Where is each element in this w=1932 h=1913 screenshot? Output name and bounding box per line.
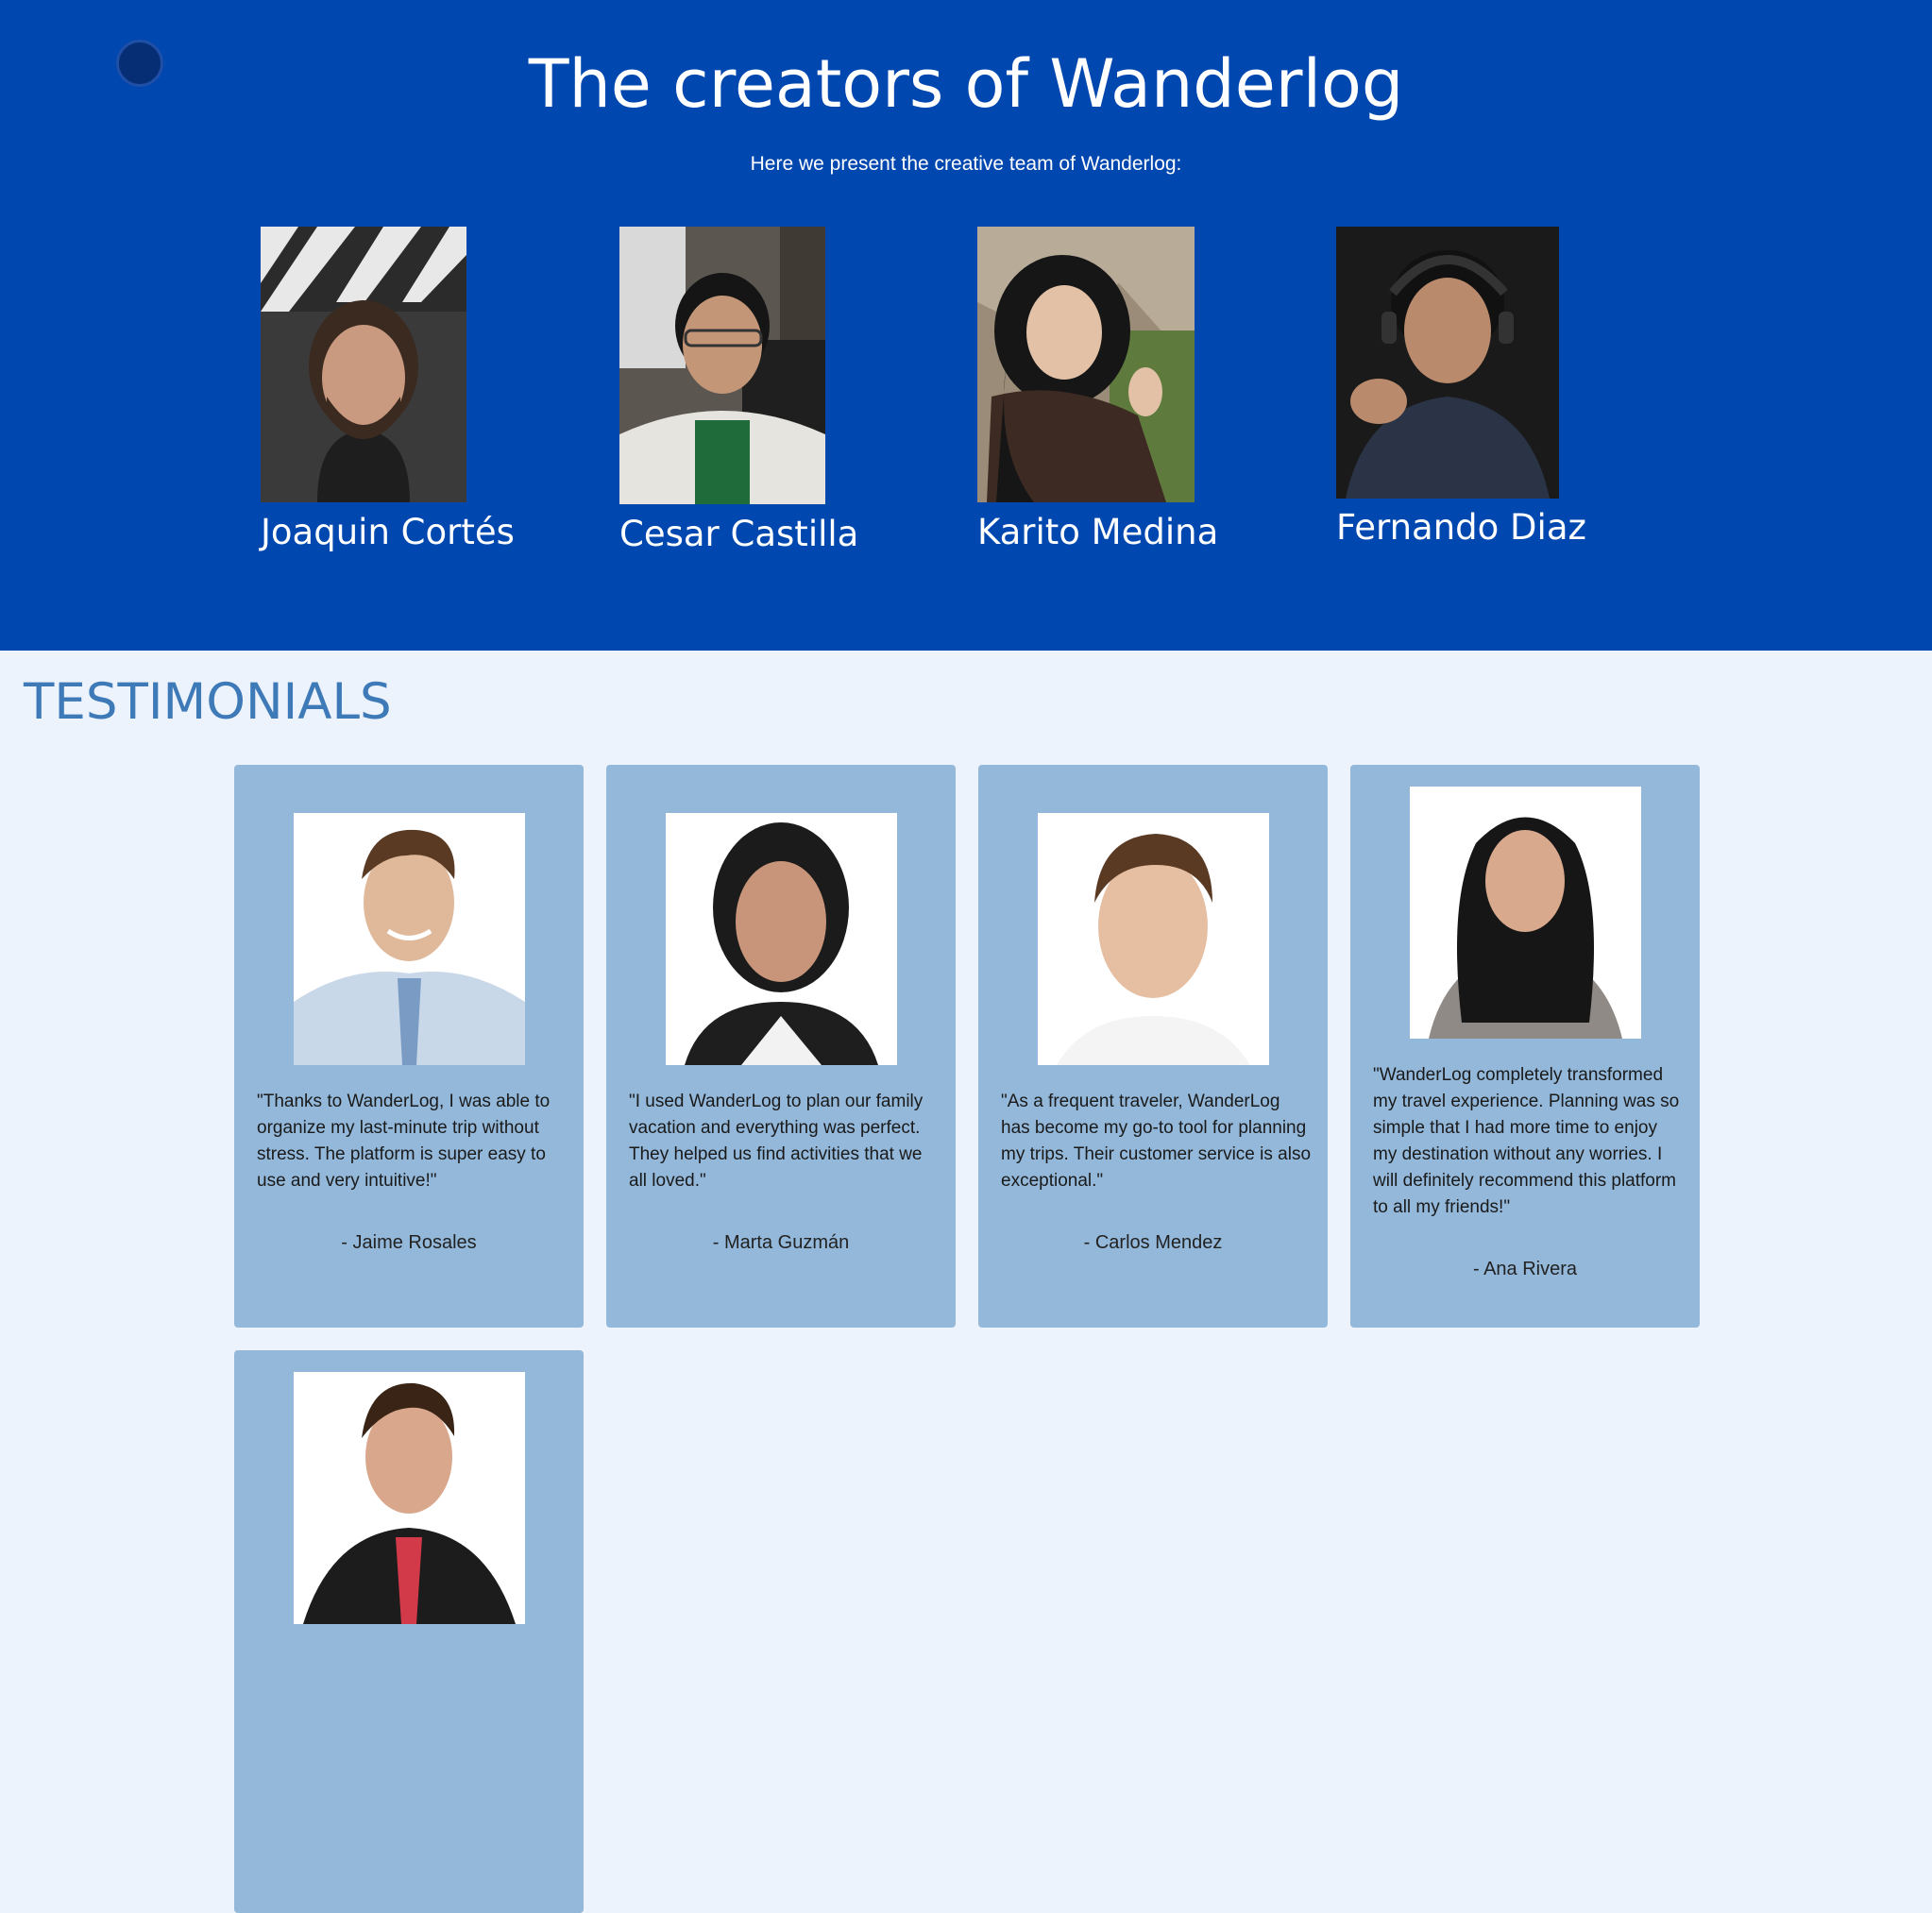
testimonial-quote: "Thanks to WanderLog, I was able to orga…: [257, 1092, 551, 1191]
testimonial-photo: [1410, 787, 1641, 1039]
creator-name: Joaquin Cortés: [261, 512, 515, 552]
testimonial-card: "WanderLog completely transformed my tra…: [1350, 765, 1700, 1328]
testimonial-quote: "I used WanderLog to plan our family vac…: [629, 1092, 924, 1191]
testimonial-quote: "WanderLog completely transformed my tra…: [1373, 1065, 1680, 1217]
creator-name: Karito Medina: [977, 512, 1219, 552]
testimonial-photo: [294, 813, 525, 1065]
testimonial-photo: [294, 1372, 525, 1624]
creators-section: The creators of Wanderlog Here we presen…: [0, 0, 1932, 651]
testimonial-quote: "As a frequent traveler, WanderLog has b…: [1001, 1092, 1312, 1191]
testimonials-heading: TESTIMONIALS: [24, 673, 392, 731]
testimonial-card: "As a frequent traveler, WanderLog has b…: [978, 765, 1328, 1328]
testimonial-card: "I used WanderLog to plan our family vac…: [606, 765, 956, 1328]
testimonial-author: - Carlos Mendez: [1083, 1232, 1223, 1253]
page-title: The creators of Wanderlog: [528, 45, 1404, 123]
testimonial-card: "Thanks to WanderLog, I was able to orga…: [234, 765, 584, 1328]
creator-name: Cesar Castilla: [619, 514, 859, 554]
testimonial-card: [234, 1350, 584, 1913]
testimonial-author: - Jaime Rosales: [341, 1232, 477, 1253]
page-subtitle: Here we present the creative team of Wan…: [750, 153, 1182, 175]
creator-photo: [261, 227, 466, 502]
creator-photo: [977, 227, 1195, 502]
creator-photo: [1336, 227, 1559, 499]
testimonial-author: - Ana Rivera: [1472, 1259, 1578, 1279]
creator-photo: [619, 227, 825, 504]
testimonial-author: - Marta Guzmán: [712, 1232, 850, 1253]
creator-name: Fernando Diaz: [1336, 507, 1586, 548]
testimonial-photo: [666, 813, 897, 1065]
testimonial-photo: [1038, 813, 1269, 1065]
